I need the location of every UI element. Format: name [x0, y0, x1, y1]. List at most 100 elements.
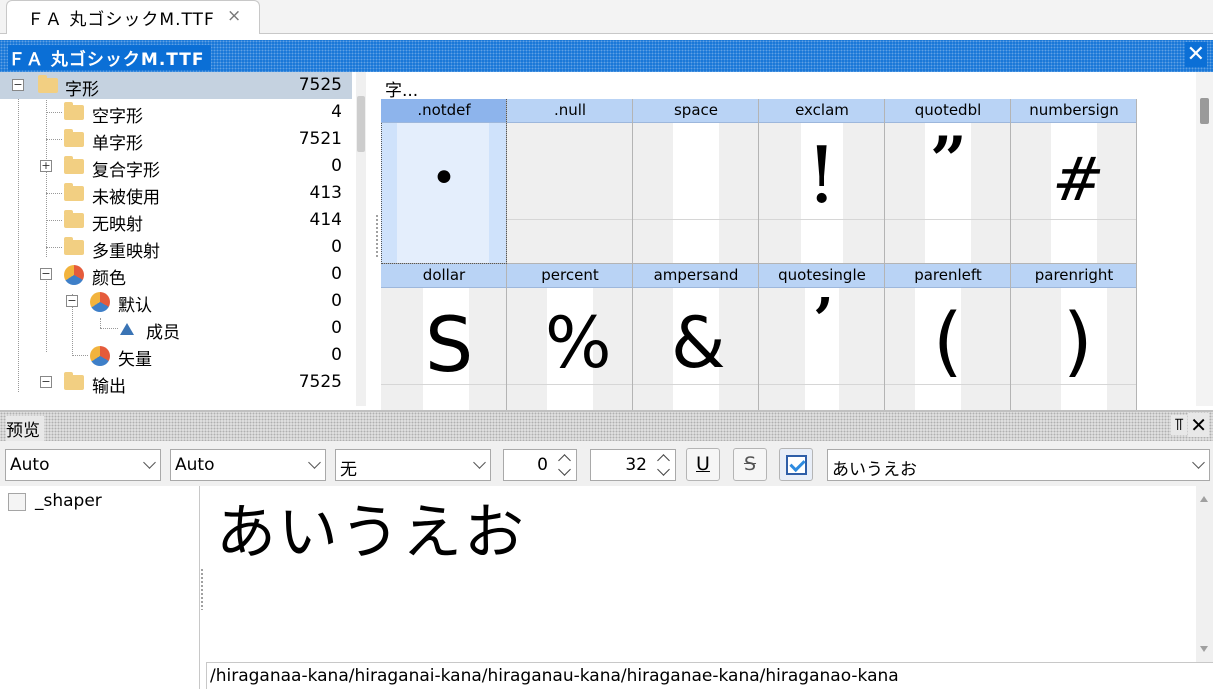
- document-title: ＦＡ 丸ゴシックM.TTF: [8, 45, 211, 70]
- chevron-down-icon[interactable]: [558, 463, 571, 476]
- panel-splitter-handle[interactable]: [200, 568, 204, 610]
- glyph-cell-body: [633, 123, 758, 263]
- glyph-cell[interactable]: percent %: [507, 264, 633, 429]
- glyph-cell[interactable]: dollar S: [381, 264, 507, 429]
- tree-item-color[interactable]: − 颜色 0: [0, 261, 352, 289]
- scroll-up-icon[interactable]: [1200, 496, 1208, 502]
- collapse-icon[interactable]: −: [66, 295, 78, 307]
- language-select[interactable]: Auto: [170, 449, 326, 481]
- glyph-cell[interactable]: space: [633, 99, 759, 264]
- glyph-cell-name: numbersign: [1011, 99, 1136, 123]
- glyph-cell-name: dollar: [381, 264, 506, 288]
- glyph-cell-name: .null: [507, 99, 632, 123]
- expand-icon[interactable]: +: [40, 160, 52, 172]
- glyph-names-text: /hiraganaa-kana/hiraganai-kana/hiraganau…: [210, 666, 899, 686]
- tree-item-count: 7525: [298, 372, 342, 392]
- glyph-grid-scrollbar[interactable]: [1196, 72, 1213, 406]
- script-select-value: Auto: [10, 455, 50, 475]
- glyph-cell[interactable]: exclam !: [759, 99, 885, 264]
- panel-splitter-handle[interactable]: [375, 214, 379, 258]
- glyph-baseline: [507, 384, 632, 385]
- glyph-cell[interactable]: parenright ): [1011, 264, 1137, 429]
- tree-item-vector[interactable]: 矢量 0: [0, 342, 352, 370]
- glyph-cell[interactable]: numbersign #: [1011, 99, 1137, 264]
- glyph-preview: %: [545, 302, 612, 384]
- glyph-cell[interactable]: quotesingle ’: [759, 264, 885, 429]
- glyph-cell-name: quotesingle: [759, 264, 884, 288]
- tree-item-members[interactable]: 成员 0: [0, 315, 352, 343]
- glyph-cell[interactable]: .null: [507, 99, 633, 264]
- direction-select[interactable]: 无: [335, 449, 491, 481]
- document-tab[interactable]: ＦＡ 丸ゴシックM.TTF ×: [6, 0, 260, 34]
- tree-item-simple-glyphs[interactable]: 单字形 7521: [0, 126, 352, 154]
- strikethrough-button[interactable]: S: [733, 448, 767, 481]
- tree-item-unused[interactable]: 未被使用 413: [0, 180, 352, 208]
- glyph-category-tree: − 字形 7525 空字形 4 单字形 7521 + 复合字形 0 未被使用 4…: [0, 72, 370, 406]
- tree-item-count: 0: [331, 237, 342, 257]
- glyph-baseline: [633, 219, 758, 220]
- tree-item-label: 无映射: [92, 215, 143, 235]
- tree-item-glyphs[interactable]: − 字形 7525: [0, 72, 352, 100]
- glyph-cell[interactable]: .notdef •: [381, 99, 507, 264]
- palette-icon: [90, 346, 110, 366]
- glyph-cell-name: parenright: [1011, 264, 1136, 288]
- tree-item-count: 0: [331, 291, 342, 311]
- glyph-cell-name: space: [633, 99, 758, 123]
- tree-item-label: 单字形: [92, 134, 143, 154]
- tree-item-multi-mapped[interactable]: 多重映射 0: [0, 234, 352, 262]
- close-icon[interactable]: ✕: [1188, 413, 1209, 437]
- folder-icon: [64, 102, 84, 120]
- glyph-cell-body: ”: [885, 123, 1010, 263]
- folder-icon: [38, 75, 58, 93]
- glyph-advance-box: [673, 123, 719, 263]
- script-select[interactable]: Auto: [5, 449, 161, 481]
- glyph-cell-body: &: [633, 288, 758, 428]
- glyph-cell-body: •: [381, 123, 506, 263]
- tree-item-label: 复合字形: [92, 161, 160, 181]
- language-select-value: Auto: [175, 455, 215, 475]
- glyph-baseline: [1011, 219, 1136, 220]
- tree-item-count: 0: [331, 264, 342, 284]
- glyph-cell-name: ampersand: [633, 264, 758, 288]
- glyph-cell-name: parenleft: [885, 264, 1010, 288]
- collapse-icon[interactable]: −: [40, 376, 52, 388]
- feature-list: _shaper: [0, 486, 200, 689]
- pin-icon[interactable]: ⫪: [1171, 415, 1187, 435]
- tree-item-count: 0: [331, 156, 342, 176]
- collapse-icon[interactable]: −: [40, 268, 52, 280]
- spacing-stepper[interactable]: 0: [503, 449, 577, 481]
- glyph-preview: ”: [930, 123, 967, 198]
- glyph-names-field[interactable]: /hiraganaa-kana/hiraganai-kana/hiraganau…: [206, 662, 1213, 689]
- sample-text-select[interactable]: あいうえお: [827, 449, 1210, 481]
- tree-item-label: 默认: [118, 296, 152, 316]
- glyph-preview: •: [431, 153, 457, 204]
- tree-scrollbar-thumb[interactable]: [357, 96, 365, 152]
- preview-rendered-text: あいうえお: [216, 498, 526, 568]
- tree-item-composite-glyphs[interactable]: + 复合字形 0: [0, 153, 352, 181]
- preview-scrollbar[interactable]: [1196, 486, 1213, 662]
- underline-button[interactable]: U: [686, 448, 720, 481]
- tree-scrollbar[interactable]: [356, 72, 366, 406]
- show-outline-toggle[interactable]: [779, 448, 813, 481]
- tree-item-output[interactable]: − 输出 7525: [0, 369, 352, 397]
- glyph-baseline: [759, 384, 884, 385]
- folder-icon: [64, 156, 84, 174]
- glyph-cell-body: %: [507, 288, 632, 428]
- glyph-cell[interactable]: ampersand &: [633, 264, 759, 429]
- glyph-cell[interactable]: quotedbl ”: [885, 99, 1011, 264]
- scroll-down-icon[interactable]: [1200, 646, 1208, 652]
- glyph-grid-scrollbar-thumb[interactable]: [1200, 98, 1209, 124]
- glyph-cell-body: ): [1011, 288, 1136, 428]
- tree-item-label: 多重映射: [92, 242, 160, 262]
- glyph-cell[interactable]: parenleft (: [885, 264, 1011, 429]
- glyph-baseline: [507, 219, 632, 220]
- feature-checkbox[interactable]: [8, 493, 26, 511]
- close-icon[interactable]: ✕: [1184, 42, 1207, 67]
- font-size-stepper[interactable]: 32: [590, 449, 676, 481]
- tab-close-icon[interactable]: ×: [227, 6, 241, 26]
- collapse-icon[interactable]: −: [12, 79, 24, 91]
- chevron-down-icon[interactable]: [657, 463, 670, 476]
- tree-item-default-palette[interactable]: − 默认 0: [0, 288, 352, 316]
- tree-item-empty-glyphs[interactable]: 空字形 4: [0, 99, 352, 127]
- tree-item-unmapped[interactable]: 无映射 414: [0, 207, 352, 235]
